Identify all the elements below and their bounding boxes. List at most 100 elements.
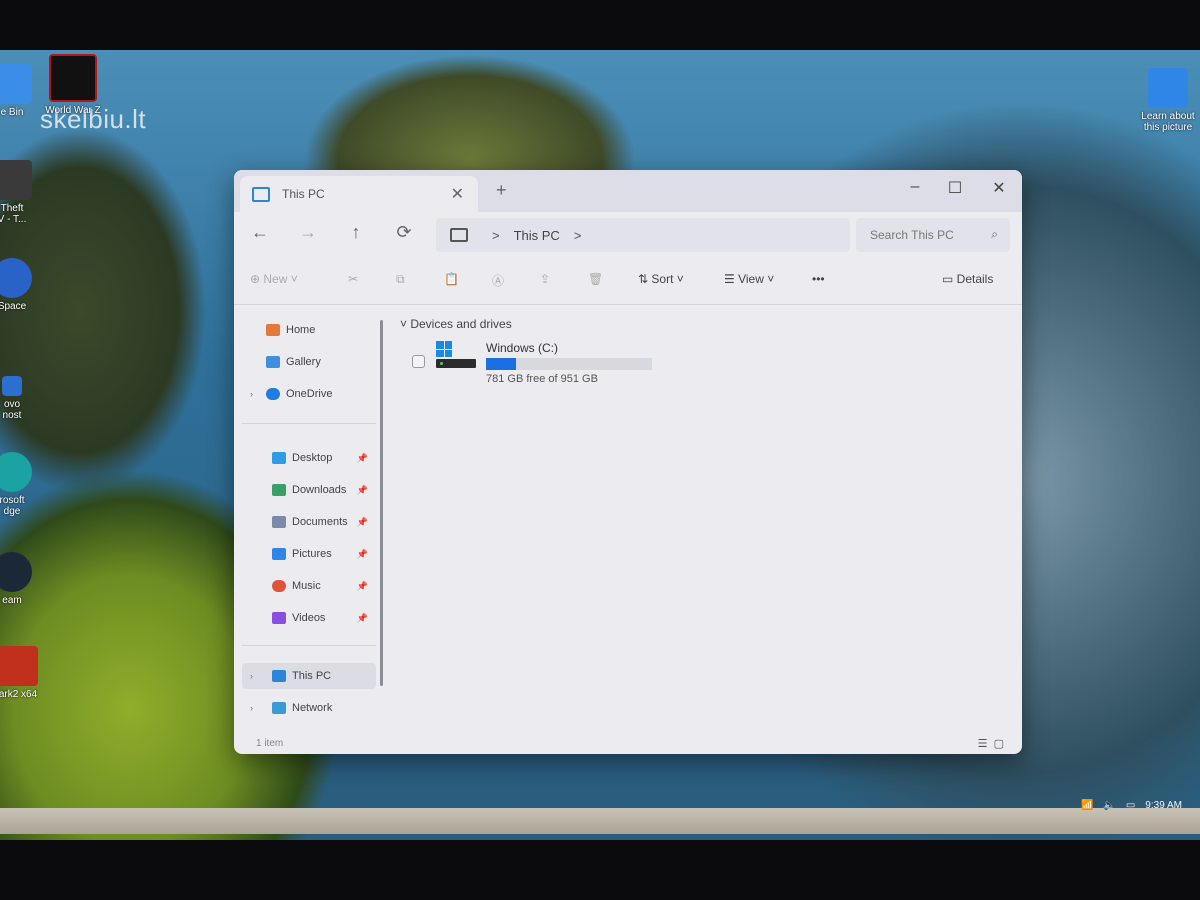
taskbar: [0, 808, 1200, 834]
details-button[interactable]: ▭ Details: [942, 272, 993, 286]
sort-button-label: Sort: [651, 272, 674, 286]
breadcrumb-separator: >: [492, 227, 500, 243]
close-button[interactable]: ✕: [984, 178, 1014, 198]
world-war-z-icon: [49, 54, 97, 102]
pin-icon[interactable]: 📌: [357, 485, 368, 496]
desktop-icon-label: World War Z: [45, 105, 101, 116]
videos-icon: [272, 612, 286, 624]
documents-icon: [272, 516, 286, 528]
drive-usage-bar: [486, 358, 652, 370]
pin-icon[interactable]: 📌: [357, 517, 368, 528]
pin-icon[interactable]: 📌: [357, 453, 368, 464]
breadcrumb-chevron[interactable]: >: [574, 228, 582, 243]
delete-icon[interactable]: 🗑: [588, 272, 603, 286]
breadcrumb-this-pc[interactable]: This PC: [514, 228, 560, 243]
desktop-icon-edge[interactable]: rosoft dge: [0, 452, 34, 517]
drive-name: Windows (C:): [486, 341, 559, 355]
music-icon: [272, 580, 286, 592]
sidebar-item-label: Pictures: [292, 548, 332, 560]
title-bar: This PC ✕ + – ☐ ✕: [234, 170, 1022, 212]
sidebar-item-videos[interactable]: Videos 📌: [242, 605, 376, 631]
onedrive-icon: [266, 388, 280, 400]
desktop-icon-space[interactable]: Space: [0, 258, 34, 312]
new-tab-button[interactable]: +: [496, 180, 507, 201]
view-toggle[interactable]: ☰ ▢: [978, 737, 1004, 750]
drive-item-c[interactable]: Windows (C:) 781 GB free of 951 GB: [410, 341, 660, 387]
volume-icon[interactable]: 🔈: [1103, 800, 1115, 811]
sidebar-item-gallery[interactable]: Gallery: [242, 349, 376, 375]
group-header-devices[interactable]: ˅ Devices and drives: [400, 317, 512, 331]
cut-icon[interactable]: ✂: [348, 272, 358, 286]
desktop-icon-dark2[interactable]: ark2 x64: [0, 646, 46, 700]
details-button-label: Details: [956, 272, 994, 286]
address-bar[interactable]: > This PC >: [436, 218, 850, 252]
search-icon: ⌕: [991, 227, 998, 241]
pin-icon[interactable]: 📌: [357, 613, 368, 624]
sidebar-item-network[interactable]: › Network: [242, 695, 376, 721]
desktop-icon-label: rosoft dge: [0, 495, 25, 517]
tab-this-pc[interactable]: This PC ✕: [240, 176, 478, 212]
sidebar-item-home[interactable]: Home: [242, 317, 376, 343]
search-placeholder: Search This PC: [870, 228, 954, 242]
sidebar-item-label: This PC: [292, 670, 332, 682]
network-icon: [272, 702, 286, 714]
flame-icon: [0, 646, 38, 686]
sort-button[interactable]: ⇅ Sort ˅: [638, 272, 684, 286]
sidebar-item-music[interactable]: Music 📌: [242, 573, 376, 599]
battery-icon[interactable]: ▭: [1126, 800, 1135, 811]
pin-icon[interactable]: 📌: [357, 581, 368, 592]
sidebar-item-label: Gallery: [286, 356, 321, 368]
refresh-button[interactable]: ⟳: [390, 222, 418, 243]
desktop-icon-learn-about-picture[interactable]: Learn about this picture: [1136, 68, 1200, 133]
sidebar-item-label: Documents: [292, 516, 348, 528]
chevron-right-icon[interactable]: ›: [250, 389, 253, 399]
sidebar-item-pictures[interactable]: Pictures 📌: [242, 541, 376, 567]
sidebar-item-label: Desktop: [292, 452, 333, 464]
search-input[interactable]: Search This PC ⌕: [856, 218, 1010, 252]
tiles-view-icon[interactable]: ▢: [994, 738, 1004, 750]
new-button[interactable]: ⊕ New ˅: [250, 272, 298, 286]
navigation-bar: ← → ↑ ⟳ > This PC > Search This PC ⌕: [234, 212, 1022, 258]
info-picture-icon: [1148, 68, 1188, 108]
sidebar-item-label: Downloads: [292, 484, 347, 496]
copy-icon[interactable]: ⧉: [396, 272, 405, 287]
details-view-icon[interactable]: ☰: [978, 738, 988, 750]
desktop-icon-steam[interactable]: eam: [0, 552, 34, 606]
desktop-folder-icon: [272, 452, 286, 464]
up-button[interactable]: ↑: [342, 222, 370, 243]
maximize-button[interactable]: ☐: [940, 178, 970, 198]
more-options-button[interactable]: •••: [812, 272, 825, 286]
desktop-icon-lenovo[interactable]: ovo nost: [0, 376, 34, 421]
sidebar-scrollbar[interactable]: [380, 320, 383, 686]
desktop-icon-world-war-z[interactable]: World War Z: [38, 54, 108, 116]
item-count: 1 item: [256, 738, 284, 749]
monitor-icon: [450, 228, 468, 242]
paste-icon[interactable]: 📋: [444, 272, 459, 286]
sidebar-item-desktop[interactable]: Desktop 📌: [242, 445, 376, 471]
sidebar-item-this-pc[interactable]: › This PC: [242, 663, 376, 689]
desktop-icon-recycle-bin[interactable]: e Bin: [0, 64, 34, 118]
minimize-button[interactable]: –: [900, 178, 930, 196]
share-icon[interactable]: ⇪: [540, 272, 550, 286]
desktop-icon-gta[interactable]: Theft V - T...: [0, 160, 34, 225]
navigation-pane: Home Gallery › OneDrive Desktop 📌 Downlo…: [234, 305, 384, 735]
sidebar-item-onedrive[interactable]: › OneDrive: [242, 381, 376, 407]
clock[interactable]: 9:39 AM: [1145, 800, 1182, 811]
chevron-right-icon[interactable]: ›: [250, 703, 253, 713]
back-button[interactable]: ←: [246, 222, 274, 243]
sidebar-item-label: Videos: [292, 612, 326, 624]
desktop-icon-label: eam: [2, 595, 22, 606]
sidebar-item-label: Home: [286, 324, 316, 336]
wifi-icon[interactable]: 📶: [1081, 800, 1093, 811]
view-button[interactable]: ☰ View ˅: [724, 272, 774, 286]
chevron-right-icon[interactable]: ›: [250, 671, 253, 681]
sidebar-item-downloads[interactable]: Downloads 📌: [242, 477, 376, 503]
select-checkbox[interactable]: [412, 355, 425, 368]
sidebar-item-documents[interactable]: Documents 📌: [242, 509, 376, 535]
desktop-icon-label: e Bin: [0, 107, 24, 118]
rename-icon[interactable]: Ⓐ: [492, 272, 504, 289]
close-tab-icon[interactable]: ✕: [451, 184, 464, 204]
forward-button[interactable]: →: [294, 222, 322, 243]
gta-icon: [0, 160, 32, 200]
pin-icon[interactable]: 📌: [357, 549, 368, 560]
